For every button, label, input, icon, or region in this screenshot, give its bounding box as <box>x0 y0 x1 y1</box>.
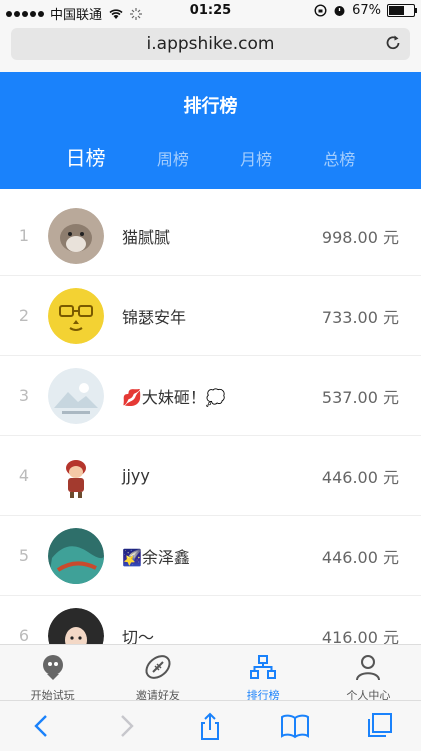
browser-url-bar: i.appshike.com <box>0 24 421 73</box>
nav-profile[interactable]: 个人中心 <box>316 645 421 702</box>
battery-level <box>389 6 405 15</box>
user-amount: 416.00 元 <box>321 627 399 645</box>
ranking-header: 排行榜 日榜 周榜 月榜 总榜 <box>0 72 421 189</box>
user-name: 💋大妹砸！💭 <box>122 387 226 407</box>
ranking-row[interactable]: 2 锦瑟安年 733.00 元 <box>0 276 421 356</box>
alarm-icon <box>334 6 345 16</box>
user-name: 🌠余泽鑫 <box>122 547 190 567</box>
rank-number: 5 <box>18 546 30 565</box>
rank-number: 3 <box>18 386 30 405</box>
user-amount: 446.00 元 <box>321 467 399 487</box>
start-trial-icon <box>42 655 63 680</box>
page-title: 排行榜 <box>183 96 238 117</box>
period-tabs: 日榜 周榜 月榜 总榜 <box>0 146 421 171</box>
rank-number: 2 <box>18 306 30 325</box>
bookmarks-icon[interactable] <box>280 711 310 741</box>
rank-number: 1 <box>18 226 30 245</box>
rank-number: 4 <box>18 466 30 485</box>
tab-daily[interactable]: 日榜 <box>66 142 106 171</box>
reload-icon[interactable] <box>383 33 403 53</box>
ranking-row[interactable]: 5 🌠余泽鑫 446.00 元 <box>0 516 421 596</box>
ranking-list: 1 猫腻腻 998.00 元 2 锦瑟安年 733.00 元 3 💋大妹砸！💭 … <box>0 196 421 644</box>
tab-weekly[interactable]: 周榜 <box>157 146 189 171</box>
avatar <box>48 207 104 264</box>
user-name: 切～ <box>122 627 155 645</box>
battery-percent: 67% <box>352 3 381 18</box>
share-icon[interactable] <box>195 711 225 741</box>
user-name: 猫腻腻 <box>122 227 171 247</box>
ranking-row[interactable]: 3 💋大妹砸！💭 537.00 元 <box>0 356 421 436</box>
user-name: 锦瑟安年 <box>122 307 187 327</box>
battery-icon <box>387 4 417 17</box>
url-field[interactable]: i.appshike.com <box>11 28 410 60</box>
rotation-lock-icon <box>314 4 327 17</box>
avatar <box>48 367 104 424</box>
nav-ranking[interactable]: 排行榜 <box>211 645 316 702</box>
nav-start-trial[interactable]: 开始试玩 <box>0 645 105 702</box>
ranking-row[interactable]: 6 切～ 416.00 元 <box>0 596 421 644</box>
ranking-row[interactable]: 1 猫腻腻 998.00 元 <box>0 196 421 276</box>
user-icon <box>356 655 381 681</box>
forward-icon[interactable] <box>111 711 141 741</box>
status-right: 67% <box>314 3 417 18</box>
user-name: jjyy <box>122 466 150 485</box>
avatar <box>48 287 104 344</box>
nav-invite-friends[interactable]: 邀请好友 <box>105 645 210 702</box>
rank-number: 6 <box>18 626 30 644</box>
bottom-nav: 开始试玩 邀请好友 排行榜 个人中心 <box>0 644 421 702</box>
avatar <box>48 447 104 504</box>
football-icon <box>145 655 171 679</box>
tab-monthly[interactable]: 月榜 <box>240 146 272 171</box>
avatar <box>48 607 104 644</box>
avatar <box>48 527 104 584</box>
user-amount: 446.00 元 <box>321 547 399 567</box>
browser-toolbar <box>0 700 421 751</box>
status-bar: 中国联通 01:25 67% <box>0 0 421 24</box>
tab-total[interactable]: 总榜 <box>323 146 355 171</box>
tabs-icon[interactable] <box>364 711 394 741</box>
ranking-icon <box>250 655 277 679</box>
ranking-row[interactable]: 4 jjyy 446.00 元 <box>0 436 421 516</box>
user-amount: 998.00 元 <box>321 227 399 247</box>
user-amount: 733.00 元 <box>321 307 399 327</box>
user-amount: 537.00 元 <box>321 387 399 407</box>
back-icon[interactable] <box>27 711 57 741</box>
